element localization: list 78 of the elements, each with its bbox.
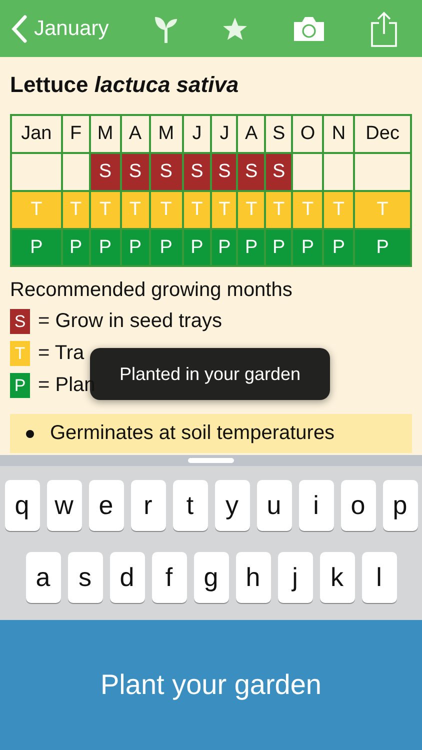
- month-header: M: [150, 115, 183, 153]
- calendar-cell: T: [292, 191, 324, 229]
- legend-key: S: [10, 309, 30, 334]
- keyboard-key[interactable]: l: [362, 552, 396, 603]
- keyboard-key[interactable]: y: [214, 480, 250, 531]
- calendar-cell: P: [120, 229, 150, 266]
- legend-heading: Recommended growing months: [10, 279, 294, 302]
- calendar-cell: P: [150, 229, 183, 266]
- keyboard-key[interactable]: q: [4, 480, 40, 531]
- calendar-cell: S: [120, 153, 150, 191]
- calendar-cell: T: [354, 191, 411, 229]
- keyboard-key[interactable]: f: [152, 552, 186, 603]
- keyboard-key[interactable]: g: [194, 552, 228, 603]
- calendar-cell: T: [211, 191, 238, 229]
- month-header: J: [211, 115, 238, 153]
- month-header: F: [62, 115, 90, 153]
- keyboard-key[interactable]: j: [278, 552, 312, 603]
- month-header: Jan: [11, 115, 62, 153]
- calendar-cell: S: [211, 153, 238, 191]
- calendar-cell: S: [150, 153, 183, 191]
- month-header: Dec: [354, 115, 411, 153]
- month-header: A: [237, 115, 266, 153]
- calendar-cell: T: [150, 191, 183, 229]
- month-header: A: [120, 115, 150, 153]
- keyboard-key[interactable]: r: [130, 480, 166, 531]
- month-header: M: [90, 115, 121, 153]
- keyboard-key[interactable]: w: [46, 480, 82, 531]
- calendar-cell: S: [182, 153, 212, 191]
- calendar-cell: P: [265, 229, 292, 266]
- note-text: Germinates at soil temperatures: [50, 422, 335, 445]
- month-header: O: [292, 115, 324, 153]
- calendar-cell: T: [323, 191, 354, 229]
- calendar-cell: P: [182, 229, 212, 266]
- calendar-cell: T: [265, 191, 292, 229]
- legend-text: = Tra: [38, 342, 84, 365]
- keyboard-key[interactable]: o: [340, 480, 376, 531]
- bullet-icon: [26, 430, 34, 438]
- month-header: J: [182, 115, 212, 153]
- star-icon[interactable]: [222, 16, 248, 42]
- calendar-cell: P: [292, 229, 324, 266]
- calendar-cell: T: [11, 191, 62, 229]
- calendar-cell: T: [237, 191, 266, 229]
- calendar-cell: P: [323, 229, 354, 266]
- keyboard-key[interactable]: p: [382, 480, 418, 531]
- keyboard-key[interactable]: a: [26, 552, 60, 603]
- drag-handle[interactable]: [188, 458, 234, 463]
- keyboard-key[interactable]: h: [236, 552, 270, 603]
- plant-title: Lettuce lactuca sativa: [10, 72, 240, 98]
- share-icon[interactable]: [370, 10, 398, 46]
- calendar-cell: P: [90, 229, 121, 266]
- calendar-cell: T: [90, 191, 121, 229]
- calendar-cell: P: [11, 229, 62, 266]
- calendar-cell: T: [120, 191, 150, 229]
- back-chevron-icon: [10, 14, 28, 42]
- calendar-cell: T: [182, 191, 212, 229]
- plant-button[interactable]: Plant your garden: [0, 620, 422, 750]
- legend-key: T: [10, 341, 30, 366]
- keyboard-key[interactable]: d: [110, 552, 144, 603]
- keyboard-key[interactable]: k: [320, 552, 354, 603]
- calendar-cell: T: [62, 191, 90, 229]
- calendar-cell: P: [62, 229, 90, 266]
- legend-text: = Grow in seed trays: [38, 310, 222, 333]
- keyboard-key[interactable]: s: [68, 552, 102, 603]
- legend-key: P: [10, 373, 30, 398]
- calendar-cell: P: [354, 229, 411, 266]
- calendar-cell: S: [265, 153, 292, 191]
- calendar-cell: P: [211, 229, 238, 266]
- calendar-cell: S: [90, 153, 121, 191]
- keyboard-key[interactable]: e: [88, 480, 124, 531]
- calendar-cell: P: [237, 229, 266, 266]
- month-header: S: [265, 115, 292, 153]
- toast-message: Planted in your garden: [90, 348, 330, 400]
- calendar-cell: S: [237, 153, 266, 191]
- keyboard-key[interactable]: u: [256, 480, 292, 531]
- camera-icon[interactable]: [292, 16, 326, 42]
- keyboard-key[interactable]: i: [298, 480, 334, 531]
- keyboard-key[interactable]: t: [172, 480, 208, 531]
- month-header: N: [323, 115, 354, 153]
